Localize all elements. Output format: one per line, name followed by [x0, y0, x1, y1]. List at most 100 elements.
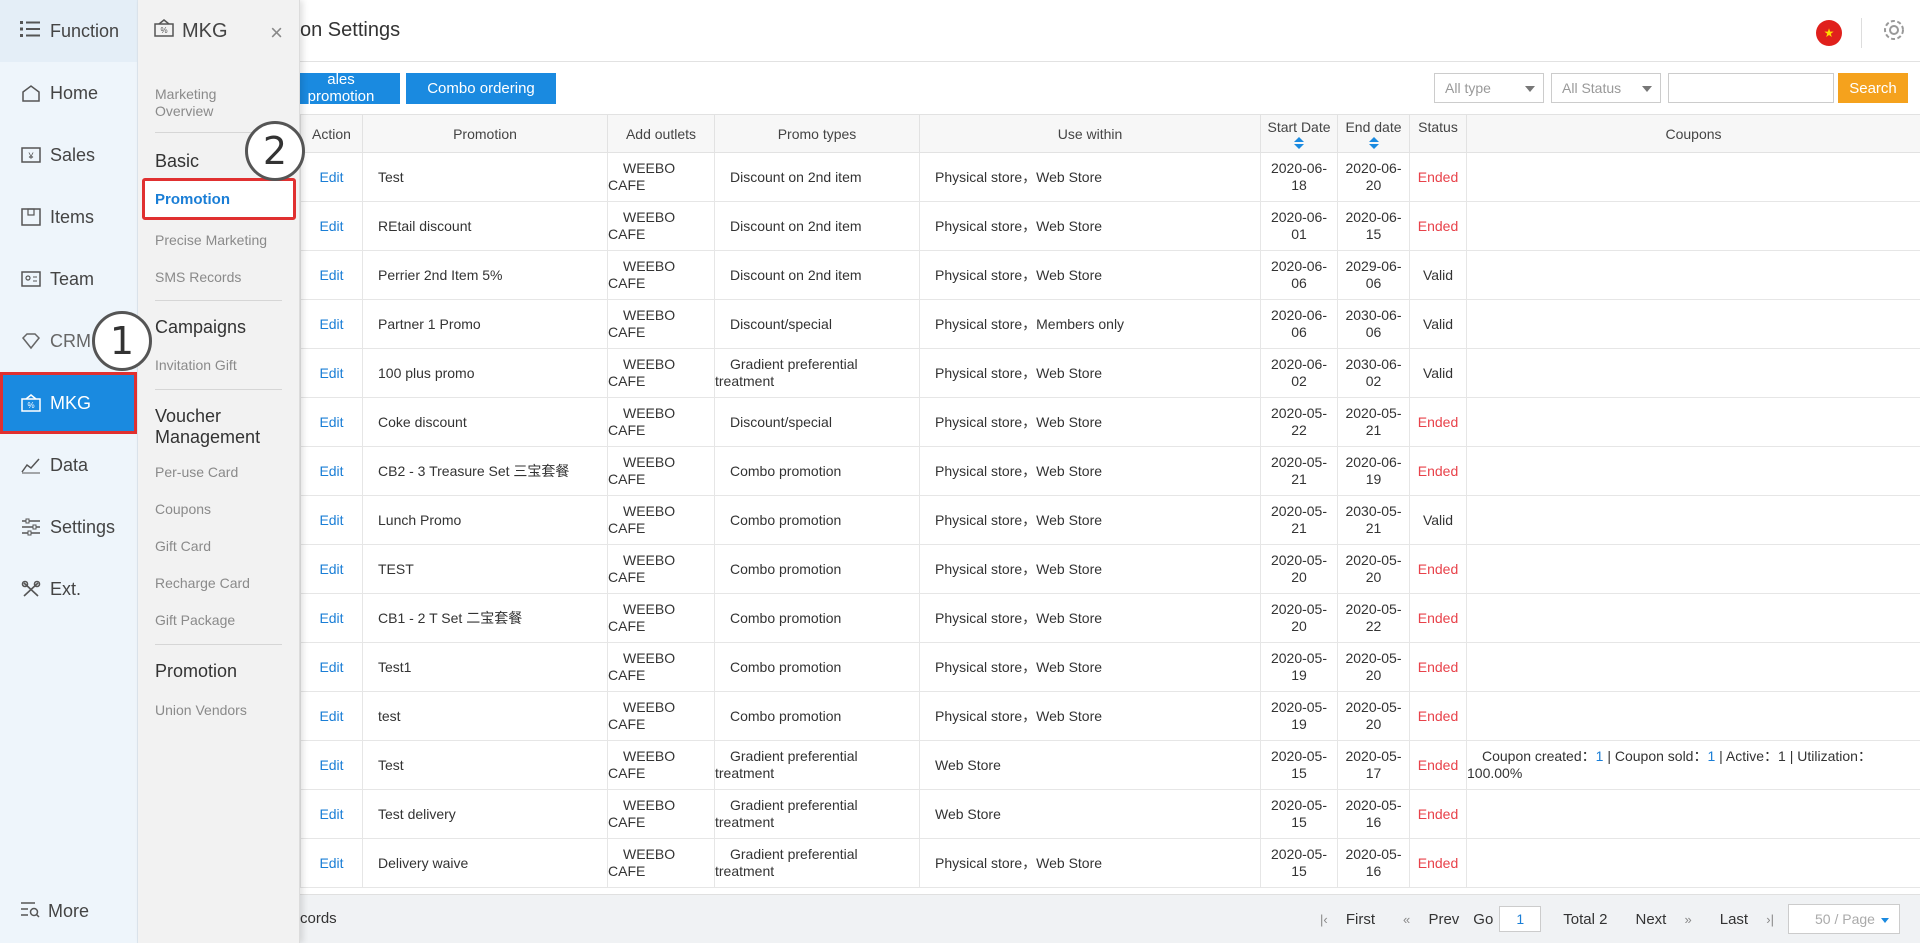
start-date-line2: 21 — [1291, 520, 1307, 536]
search-input[interactable] — [1668, 73, 1834, 103]
promo-type: Gradient preferential — [730, 846, 858, 862]
promo-type: Combo promotion — [730, 707, 842, 724]
column-header-start-date[interactable]: Start Date — [1260, 114, 1338, 153]
sort-icon[interactable] — [1294, 136, 1304, 149]
sidebar-item-home[interactable]: Home — [0, 62, 137, 124]
page-size-select[interactable]: 50 / Page — [1788, 904, 1900, 934]
first-page-button[interactable]: |‹ First — [1306, 911, 1375, 928]
table-row: Edit Test1 WEEBO CAFE Combo promotion Physica… — [300, 642, 1920, 692]
end-date-line1: 2020-05- — [1345, 552, 1402, 568]
sort-icon[interactable] — [1368, 136, 1379, 149]
submenu-item-marketing-overview[interactable]: Marketing Overview — [138, 86, 248, 120]
end-date-line1: 2020-05- — [1345, 748, 1402, 764]
coupon-summary: Coupon created：1 | Coupon sold：1 | Activ… — [1467, 748, 1920, 765]
data-icon — [20, 456, 42, 474]
china-flag-icon[interactable]: ★ — [1816, 20, 1842, 46]
gear-icon[interactable] — [1880, 16, 1908, 49]
end-date-line1: 2020-06- — [1345, 454, 1402, 470]
submenu-item-precise-marketing[interactable]: Precise Marketing — [138, 232, 299, 249]
status-badge: Ended — [1409, 691, 1467, 741]
prev-page-button[interactable]: « Prev — [1389, 911, 1459, 928]
outlet-line2: CAFE — [608, 373, 646, 389]
last-page-button[interactable]: Last ›| — [1706, 911, 1774, 928]
prev-icon: « — [1403, 911, 1411, 927]
status-badge: Ended — [1409, 397, 1467, 447]
coupons-cell — [1466, 397, 1920, 447]
svg-text:¥: ¥ — [27, 151, 34, 161]
sidebar-item-team[interactable]: Team — [0, 248, 137, 310]
end-date-label: End date — [1345, 118, 1402, 135]
promo-type-cell: Combo promotion — [714, 593, 920, 643]
sidebar-item-data[interactable]: Data — [0, 434, 137, 496]
end-date-line2: 20 — [1365, 716, 1382, 732]
coupons-cell — [1466, 593, 1920, 643]
submenu-item-coupons[interactable]: Coupons — [138, 501, 299, 518]
table-row: Edit Test WEEBO CAFE Gradient preferential tr… — [300, 740, 1920, 790]
use-within: Physical store，Web Store — [919, 397, 1261, 447]
table-row: Edit 100 plus promo WEEBO CAFE Gradient pref… — [300, 348, 1920, 398]
submenu-item-gift-package[interactable]: Gift Package — [138, 612, 299, 629]
team-icon — [20, 270, 42, 288]
edit-link[interactable]: Edit — [300, 642, 363, 692]
sidebar-item-label: Home — [50, 82, 99, 103]
edit-link[interactable]: Edit — [300, 544, 363, 594]
more-button[interactable]: More — [0, 891, 138, 931]
start-date: 2020-05- 21 — [1260, 495, 1338, 545]
chevron-down-icon — [1642, 86, 1652, 92]
sales-promotion-button[interactable]: ales promotion — [300, 71, 400, 105]
close-icon[interactable]: × — [270, 20, 283, 46]
submenu-item-per-use-card[interactable]: Per-use Card — [138, 464, 299, 481]
edit-link[interactable]: Edit — [300, 495, 363, 545]
filter-bar: All type All Status Search — [1434, 73, 1908, 103]
promo-type-cell: Discount on 2nd item — [714, 152, 920, 202]
edit-link[interactable]: Edit — [300, 789, 363, 839]
next-page-button[interactable]: Next » — [1622, 911, 1692, 928]
sidebar-item-settings[interactable]: Settings — [0, 496, 137, 558]
edit-link[interactable]: Edit — [300, 446, 363, 496]
edit-link[interactable]: Edit — [300, 593, 363, 643]
edit-link[interactable]: Edit — [300, 152, 363, 202]
edit-link[interactable]: Edit — [300, 250, 363, 300]
start-date: 2020-06- 02 — [1260, 348, 1338, 398]
sidebar-item-sales[interactable]: ¥ Sales — [0, 124, 137, 186]
edit-link[interactable]: Edit — [300, 201, 363, 251]
submenu-item-gift-card[interactable]: Gift Card — [138, 538, 299, 555]
promotion-name: Test — [362, 740, 608, 790]
submenu-item-union-vendors[interactable]: Union Vendors — [138, 702, 299, 719]
edit-link[interactable]: Edit — [300, 740, 363, 790]
submenu-item-invitation-gift[interactable]: Invitation Gift — [138, 357, 299, 374]
type-select[interactable]: All type — [1434, 73, 1544, 103]
step-badge-1: 1 — [92, 311, 152, 371]
edit-link[interactable]: Edit — [300, 299, 363, 349]
submenu-item-recharge-card[interactable]: Recharge Card — [138, 575, 299, 592]
combo-ordering-button[interactable]: Combo ordering — [406, 72, 556, 104]
submenu-item-promotion[interactable]: Promotion — [142, 178, 296, 220]
edit-link[interactable]: Edit — [300, 838, 363, 888]
submenu-item-sms-records[interactable]: SMS Records — [138, 269, 299, 286]
outlet-line1: WEEBO — [623, 307, 676, 323]
edit-link[interactable]: Edit — [300, 348, 363, 398]
outlet-line2: CAFE — [608, 471, 646, 487]
outlet-line1: WEEBO — [623, 503, 676, 519]
end-date-line2: 20 — [1365, 569, 1382, 585]
status-select[interactable]: All Status — [1551, 73, 1661, 103]
end-date-line1: 2030-05- — [1345, 503, 1402, 519]
edit-link[interactable]: Edit — [300, 397, 363, 447]
page-title: on Settings — [300, 19, 401, 41]
function-header[interactable]: Function — [0, 0, 137, 62]
submenu-header: % MKG × — [138, 0, 299, 62]
sidebar-item-mkg[interactable]: % MKG — [0, 372, 137, 434]
search-button[interactable]: Search — [1838, 73, 1908, 103]
column-header-end-date[interactable]: End date — [1337, 114, 1410, 153]
start-date-line2: 19 — [1291, 667, 1307, 683]
promo-type: Gradient preferential — [730, 356, 858, 372]
edit-link[interactable]: Edit — [300, 691, 363, 741]
sidebar-item-items[interactable]: Items — [0, 186, 137, 248]
sidebar-item-ext[interactable]: Ext. — [0, 558, 137, 620]
table-header-row: Action Promotion Add outlets Promo types… — [300, 114, 1920, 153]
page-input[interactable]: 1 — [1499, 906, 1542, 932]
status-badge: Ended — [1409, 593, 1467, 643]
first-page-icon: |‹ — [1319, 911, 1328, 927]
end-date-line1: 2029-06- — [1345, 258, 1402, 274]
end-date: 2030-05- 21 — [1337, 495, 1410, 545]
